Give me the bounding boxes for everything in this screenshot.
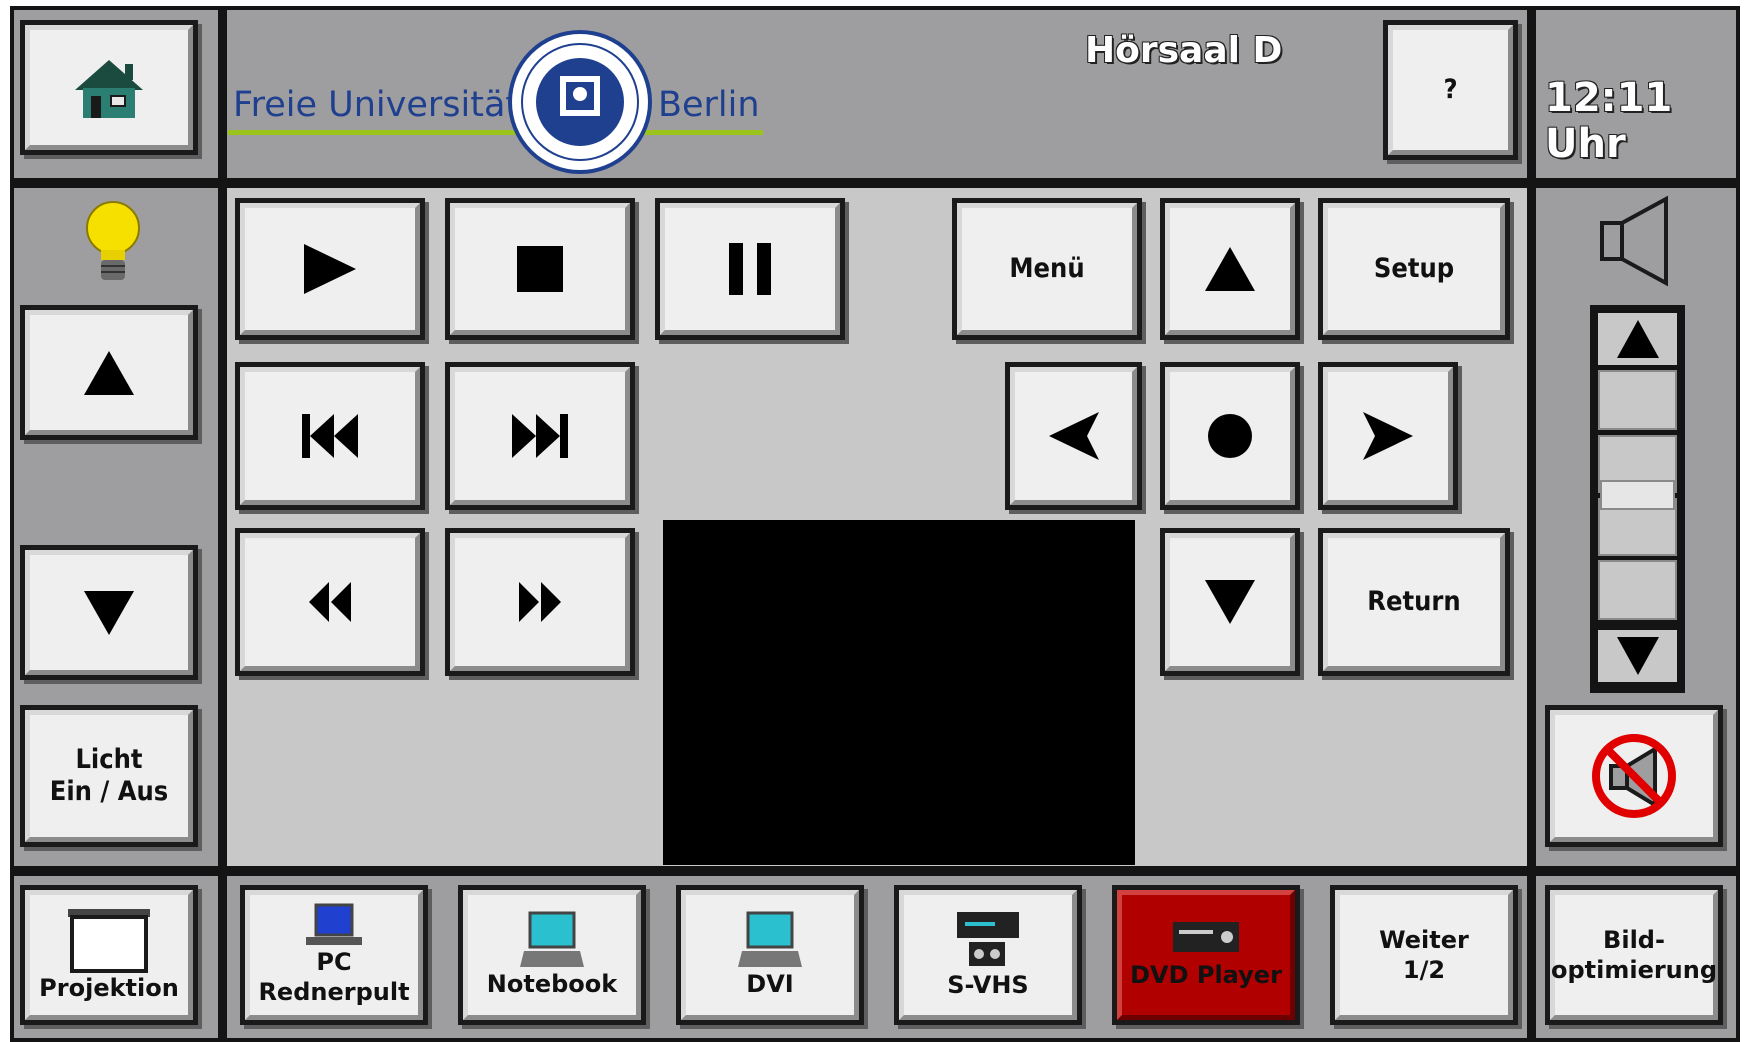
fast-forward-button[interactable] [445,528,635,676]
divider-left [218,6,227,1042]
nav-enter-button[interactable] [1160,362,1300,510]
light-toggle-button[interactable]: Licht Ein / Aus [20,705,198,847]
divider-footer [10,866,1740,876]
rewind-icon [309,582,351,622]
play-icon [304,244,356,294]
next-page-button[interactable]: Weiter 1/2 [1330,885,1518,1025]
university-seal-icon [508,30,652,174]
home-button[interactable] [20,20,198,155]
source-label: DVD Player [1130,961,1282,989]
image-optimization-label-line1: Bild- [1603,926,1665,954]
setup-label: Setup [1373,253,1455,284]
university-logo: Freie Universität Berlin [228,30,768,180]
notebook-icon [738,911,802,967]
previous-chapter-button[interactable] [235,362,425,510]
arrow-left-icon [1048,412,1099,460]
speaker-icon [1600,195,1668,287]
volume-slider-track [1598,560,1677,620]
source-label: S-VHS [947,971,1029,999]
arrow-down-icon [84,590,134,635]
fast-forward-icon [519,582,561,622]
light-label-line1: Licht [75,744,143,775]
next-chapter-button[interactable] [445,362,635,510]
next-page-label-line1: Weiter [1379,926,1469,954]
arrow-right-icon [1363,412,1413,460]
volume-up-button[interactable] [1598,313,1677,365]
logo-underline [228,130,763,135]
source-dvd-button[interactable]: DVD Player [1112,885,1300,1025]
volume-slider-track [1598,370,1677,430]
volume-slider-knob[interactable] [1600,480,1675,510]
stop-icon [517,246,563,292]
volume-down-button[interactable] [1598,630,1677,682]
projection-screen-icon [68,909,150,973]
nav-down-button[interactable] [1160,528,1300,676]
return-button[interactable]: Return [1318,528,1510,676]
source-label: Projektion [39,974,179,1002]
enter-dot-icon [1208,414,1252,458]
light-label-line2: Ein / Aus [49,776,169,807]
arrow-down-icon [1205,580,1255,624]
next-page-label-line2: 1/2 [1402,956,1446,984]
source-label: Notebook [486,970,618,998]
skip-forward-icon [512,414,568,458]
video-preview [663,520,1135,865]
source-label-line2: Rednerpult [258,978,410,1006]
menu-label: Menü [1009,253,1085,284]
nav-up-button[interactable] [1160,198,1300,340]
source-projection-button[interactable]: Projektion [20,885,198,1025]
image-optimization-label-line2: optimierung [1550,956,1718,984]
mute-button[interactable] [1545,705,1723,847]
source-pc-button[interactable]: PC Rednerpult [240,885,428,1025]
arrow-up-icon [1616,320,1659,358]
pause-icon [729,243,771,295]
logo-text-right: Berlin [658,85,760,125]
play-button[interactable] [235,198,425,340]
logo-text-left: Freie Universität [233,85,520,125]
help-button[interactable]: ? [1383,20,1518,160]
setup-button[interactable]: Setup [1318,198,1510,340]
help-label: ? [1443,74,1458,105]
return-label: Return [1367,586,1461,617]
light-bulb-icon [86,201,140,280]
nav-right-button[interactable] [1318,362,1458,510]
nav-left-button[interactable] [1005,362,1142,510]
vcr-icon [957,912,1019,966]
volume-slider[interactable] [1590,305,1685,693]
arrow-down-icon [1616,637,1659,675]
notebook-icon [520,911,584,967]
rewind-button[interactable] [235,528,425,676]
source-label-line1: PC [316,948,352,976]
source-notebook-button[interactable]: Notebook [458,885,646,1025]
dvd-player-icon [1173,922,1239,952]
skip-back-icon [302,414,358,458]
source-label: DVI [746,970,794,998]
clock: 12:11 Uhr [1545,75,1673,167]
source-svhs-button[interactable]: S-VHS [894,885,1082,1025]
home-icon [75,59,143,118]
light-down-button[interactable] [20,545,198,680]
mute-icon [1592,734,1676,818]
arrow-up-icon [84,350,134,395]
light-up-button[interactable] [20,305,198,440]
room-title: Hörsaal D [1085,30,1283,71]
image-optimization-button[interactable]: Bild- optimierung [1545,885,1723,1025]
pause-button[interactable] [655,198,845,340]
divider-right [1527,6,1536,1042]
source-dvi-button[interactable]: DVI [676,885,864,1025]
pc-monitor-icon [306,903,362,945]
arrow-up-icon [1205,247,1255,291]
stop-button[interactable] [445,198,635,340]
menu-button[interactable]: Menü [952,198,1142,340]
